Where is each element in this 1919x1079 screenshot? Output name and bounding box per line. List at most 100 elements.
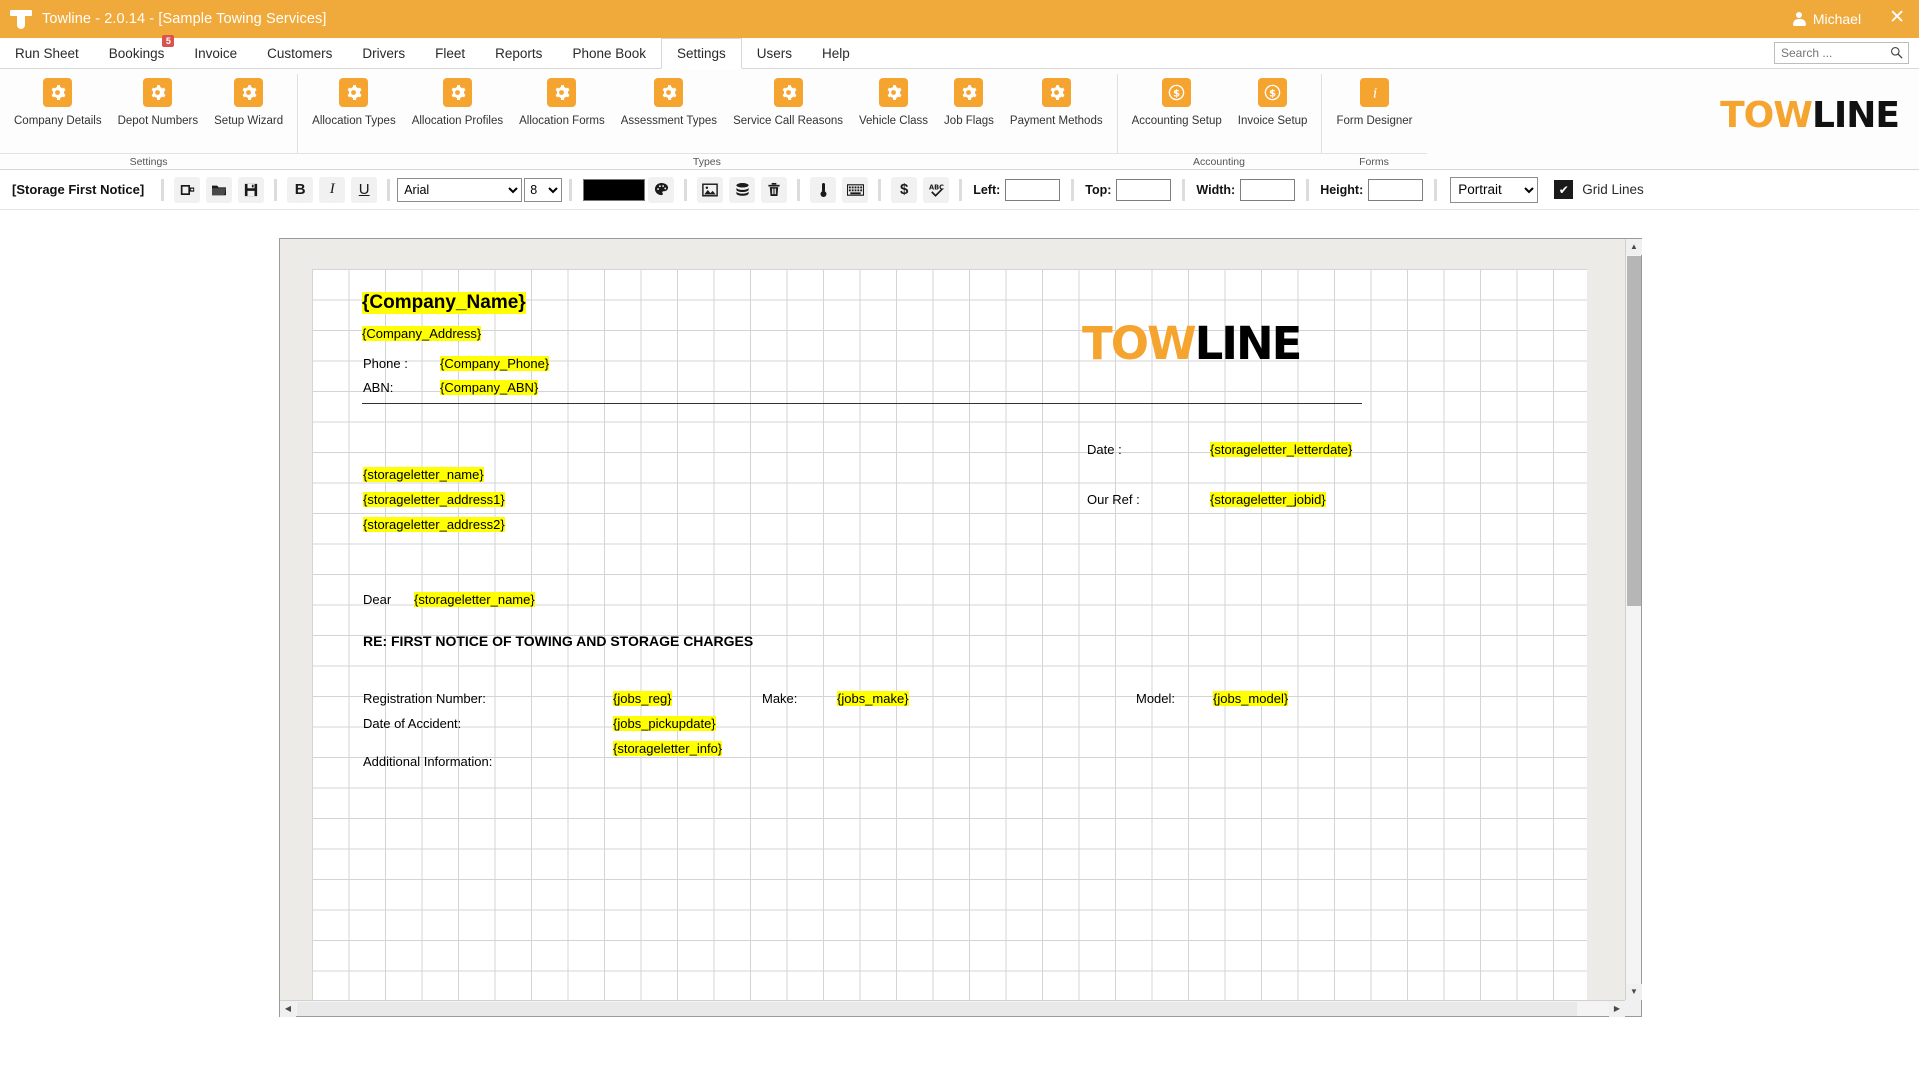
document-field[interactable]: {Company_Phone} <box>440 356 549 371</box>
tab-customers[interactable]: Customers <box>252 38 347 68</box>
ribbon-item-depot-numbers[interactable]: Depot Numbers <box>110 74 207 127</box>
tab-settings[interactable]: Settings <box>661 38 742 69</box>
gear-icon <box>774 78 803 107</box>
ribbon-item-allocation-profiles[interactable]: Allocation Profiles <box>404 74 511 127</box>
height-input[interactable] <box>1368 179 1423 201</box>
ribbon-group-label: Forms <box>1321 153 1426 170</box>
scroll-down-button[interactable]: ▼ <box>1626 984 1642 1000</box>
image-icon[interactable] <box>697 177 723 203</box>
document-field[interactable]: {jobs_reg} <box>613 691 672 706</box>
tab-reports[interactable]: Reports <box>480 38 557 68</box>
ribbon-item-label: Assessment Types <box>621 115 717 127</box>
italic-i-icon: i <box>1360 78 1389 107</box>
ribbon-item-company-details[interactable]: Company Details <box>6 74 110 127</box>
document-field[interactable]: Dear <box>363 592 391 607</box>
horizontal-scroll-thumb[interactable] <box>297 1002 1577 1016</box>
document-field[interactable]: Date of Accident: <box>363 716 461 731</box>
toolbar-separator <box>387 179 390 201</box>
document-field[interactable]: ABN: <box>363 380 393 395</box>
open-folder-icon[interactable] <box>206 177 232 203</box>
grid-lines-toggle[interactable]: ✔ Grid Lines <box>1554 180 1644 199</box>
bold-button[interactable]: B <box>287 177 313 203</box>
ribbon-item-service-call-reasons[interactable]: Service Call Reasons <box>725 74 851 127</box>
currency-button[interactable]: $ <box>891 177 917 203</box>
palette-icon[interactable] <box>648 177 674 203</box>
document-field[interactable]: {jobs_make} <box>837 691 909 706</box>
document-field[interactable]: RE: FIRST NOTICE OF TOWING AND STORAGE C… <box>363 633 753 649</box>
document-towline-logo[interactable]: TOWLINE <box>1082 321 1300 366</box>
document-field[interactable]: Make: <box>762 691 797 706</box>
tab-help[interactable]: Help <box>807 38 865 68</box>
italic-button[interactable]: I <box>319 177 345 203</box>
document-field[interactable]: Additional Information: <box>363 754 492 769</box>
ribbon-item-label: Service Call Reasons <box>733 115 843 127</box>
document-field[interactable]: Model: <box>1136 691 1175 706</box>
tab-phone-book[interactable]: Phone Book <box>557 38 661 68</box>
document-field[interactable]: {storageletter_letterdate} <box>1210 442 1352 457</box>
save-disk-icon[interactable] <box>238 177 264 203</box>
document-field[interactable]: {storageletter_address2} <box>363 517 505 532</box>
document-field[interactable]: {storageletter_info} <box>613 741 722 756</box>
scroll-up-button[interactable]: ▲ <box>1626 239 1642 255</box>
scroll-left-button[interactable]: ◀ <box>280 1001 296 1017</box>
horizontal-scrollbar[interactable]: ◀ ▶ <box>280 1000 1625 1016</box>
document-field[interactable]: {jobs_pickupdate} <box>613 716 716 731</box>
ribbon-item-allocation-forms[interactable]: Allocation Forms <box>511 74 613 127</box>
left-input[interactable] <box>1005 179 1060 201</box>
document-field[interactable]: {Company_Name} <box>362 292 526 314</box>
page-orientation-select[interactable]: Portrait <box>1450 177 1538 203</box>
ribbon-item-invoice-setup[interactable]: $ Invoice Setup <box>1230 74 1316 127</box>
thermometer-icon[interactable] <box>810 177 836 203</box>
document-field[interactable]: {storageletter_name} <box>414 592 535 607</box>
document-field[interactable]: Date : <box>1087 442 1122 457</box>
ribbon-item-form-designer[interactable]: i Form Designer <box>1328 74 1420 127</box>
ribbon-item-job-flags[interactable]: Job Flags <box>936 74 1002 127</box>
underline-button[interactable]: U <box>351 177 377 203</box>
document-field[interactable]: Registration Number: <box>363 691 486 706</box>
tab-drivers[interactable]: Drivers <box>347 38 420 68</box>
ribbon-item-assessment-types[interactable]: Assessment Types <box>613 74 725 127</box>
document-field[interactable]: {Company_ABN} <box>440 380 538 395</box>
document-field[interactable]: {storageletter_jobid} <box>1210 492 1326 507</box>
document-field[interactable]: Phone : <box>363 356 408 371</box>
ribbon-item-allocation-types[interactable]: Allocation Types <box>304 74 404 127</box>
tab-bookings[interactable]: Bookings 5 <box>94 38 180 68</box>
width-input[interactable] <box>1240 179 1295 201</box>
text-color-swatch[interactable] <box>583 179 645 201</box>
font-family-select[interactable]: Arial <box>397 178 522 202</box>
grid-lines-checkbox[interactable]: ✔ <box>1554 180 1573 199</box>
tab-label: Reports <box>495 46 542 61</box>
document-name-label: [Storage First Notice] <box>6 182 154 197</box>
trash-icon[interactable] <box>761 177 787 203</box>
document-field[interactable]: Our Ref : <box>1087 492 1140 507</box>
form-design-canvas[interactable]: TOWLINE {Company_Name} {Company_Address} P… <box>279 238 1642 1017</box>
new-document-icon[interactable] <box>174 177 200 203</box>
ribbon-item-payment-methods[interactable]: Payment Methods <box>1002 74 1111 127</box>
document-field[interactable]: {storageletter_name} <box>363 467 484 482</box>
document-page[interactable]: TOWLINE {Company_Name} {Company_Address} P… <box>312 269 1587 1000</box>
abc-check-icon[interactable]: ABC <box>923 177 949 203</box>
tab-run-sheet[interactable]: Run Sheet <box>0 38 94 68</box>
toolbar-separator <box>959 179 962 201</box>
keyboard-icon[interactable] <box>842 177 868 203</box>
towline-app-logo-icon <box>10 8 32 30</box>
vertical-scrollbar[interactable]: ▲ ▼ <box>1625 239 1641 1000</box>
scroll-right-button[interactable]: ▶ <box>1609 1001 1625 1017</box>
tab-invoice[interactable]: Invoice <box>179 38 252 68</box>
vertical-scroll-thumb[interactable] <box>1627 256 1641 606</box>
font-size-select[interactable]: 8 <box>524 178 562 202</box>
document-field[interactable]: {jobs_model} <box>1213 691 1288 706</box>
top-input[interactable] <box>1116 179 1171 201</box>
close-icon[interactable]: ✕ <box>1883 8 1911 30</box>
document-field[interactable]: {Company_Address} <box>362 326 481 341</box>
ribbon-item-accounting-setup[interactable]: $ Accounting Setup <box>1124 74 1230 127</box>
toolbar-separator <box>684 179 687 201</box>
tab-fleet[interactable]: Fleet <box>420 38 480 68</box>
ribbon-item-setup-wizard[interactable]: Setup Wizard <box>206 74 291 127</box>
search-input[interactable] <box>1774 42 1909 64</box>
current-user[interactable]: Michael <box>1793 11 1861 27</box>
database-icon[interactable] <box>729 177 755 203</box>
document-field[interactable]: {storageletter_address1} <box>363 492 505 507</box>
ribbon-item-vehicle-class[interactable]: Vehicle Class <box>851 74 936 127</box>
tab-users[interactable]: Users <box>742 38 807 68</box>
